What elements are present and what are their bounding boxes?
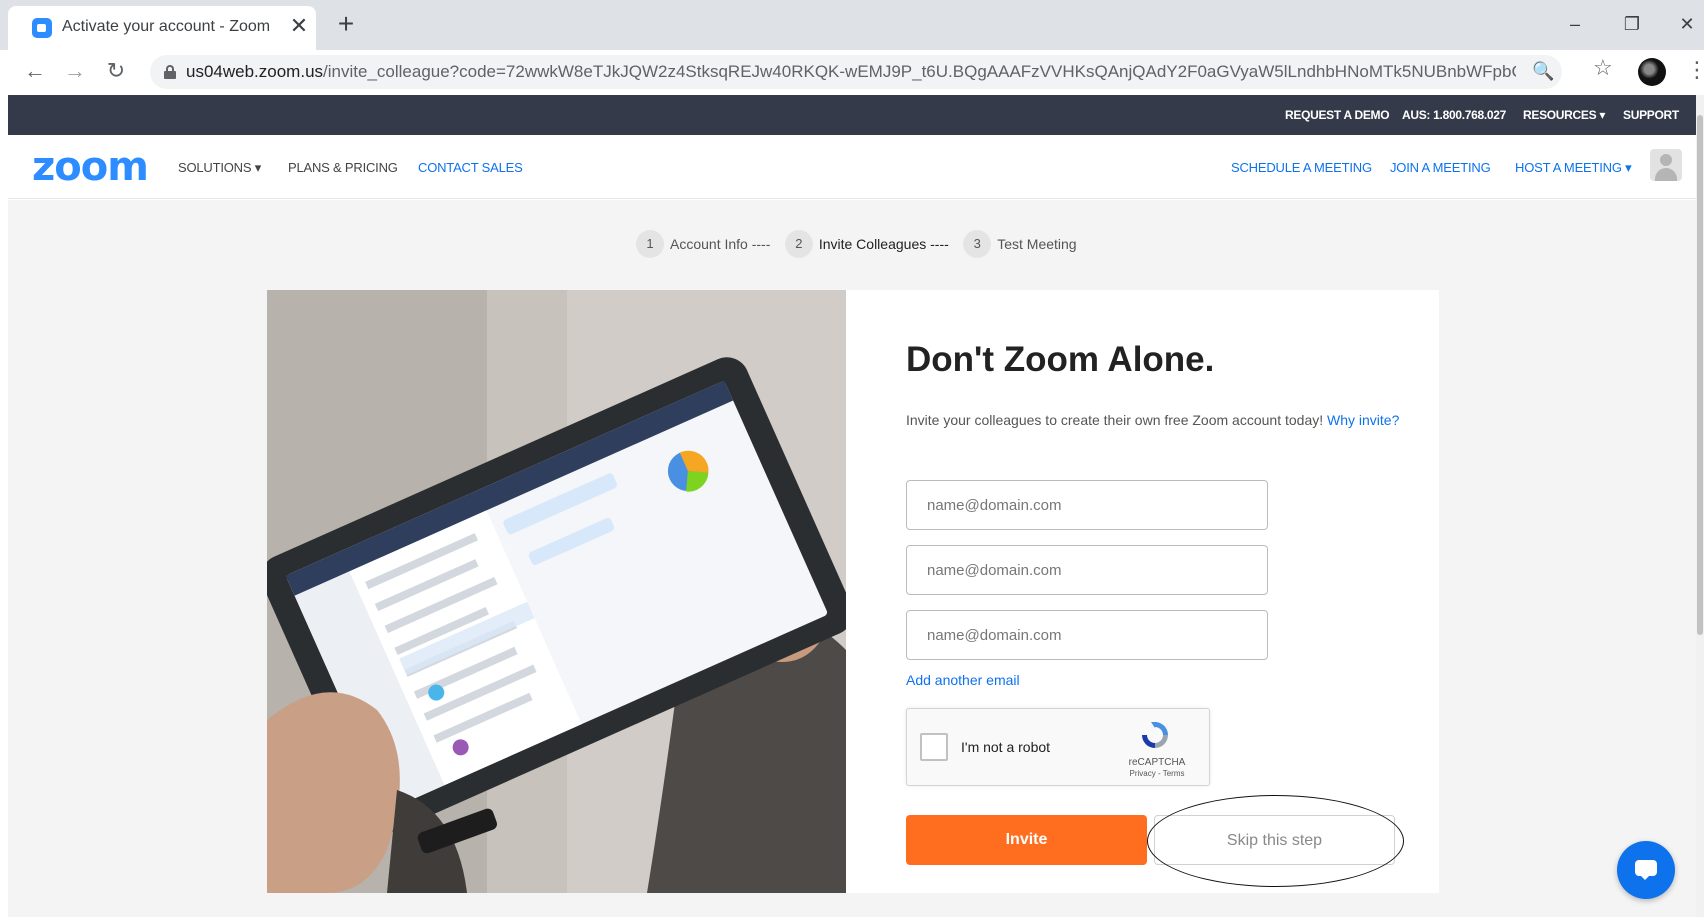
form-subtitle-text: Invite your colleagues to create their o… (906, 412, 1324, 428)
step-test-meeting: 3 Test Meeting (963, 230, 1077, 258)
profile-avatar-icon[interactable] (1638, 58, 1666, 86)
join-meeting-link[interactable]: JOIN A MEETING (1390, 160, 1491, 175)
address-bar[interactable]: us04web.zoom.us/invite_colleague?code=72… (150, 55, 1562, 89)
page-zoom-icon[interactable]: 🔍 (1532, 61, 1554, 82)
phone-number-link[interactable]: AUS: 1.800.768.027 (1402, 108, 1506, 122)
reload-icon[interactable]: ↻ (101, 56, 131, 86)
browser-tab[interactable]: Activate your account - Zoom ✕ (8, 6, 316, 50)
form-subtitle: Invite your colleagues to create their o… (906, 412, 1399, 428)
host-meeting-menu[interactable]: HOST A MEETING ▾ (1515, 160, 1632, 176)
zoom-main-nav: zoom SOLUTIONS ▾ PLANS & PRICING CONTACT… (8, 135, 1696, 199)
recaptcha-brand: reCAPTCHA (1128, 757, 1186, 768)
step-number: 1 (636, 230, 664, 258)
tablet-photo (267, 290, 846, 893)
step-label: Test Meeting (997, 236, 1077, 252)
lock-icon[interactable] (164, 65, 176, 79)
back-icon[interactable]: ← (20, 56, 50, 86)
step-invite-colleagues: 2 Invite Colleagues ---- (784, 230, 949, 258)
scrollbar-thumb[interactable] (1697, 115, 1703, 635)
recaptcha-checkbox[interactable] (920, 733, 948, 761)
minimize-icon[interactable]: – (1560, 10, 1590, 40)
step-account-info: 1 Account Info ---- (636, 230, 770, 258)
solutions-menu[interactable]: SOLUTIONS ▾ (178, 160, 261, 176)
step-label: Invite Colleagues ---- (818, 236, 949, 252)
tab-strip: Activate your account - Zoom ✕ + – ❐ ✕ (0, 0, 1704, 50)
step-number: 3 (963, 230, 992, 258)
step-label: Account Info ---- (670, 236, 771, 252)
recaptcha-widget: I'm not a robot reCAPTCHA Privacy - Term… (906, 708, 1210, 786)
url-host: us04web.zoom.us (186, 62, 324, 81)
window-close-icon[interactable]: ✕ (1672, 10, 1702, 40)
page-scrollbar[interactable] (1696, 95, 1704, 917)
plans-pricing-link[interactable]: PLANS & PRICING (288, 160, 398, 175)
recaptcha-logo-icon (1142, 722, 1168, 748)
recaptcha-label: I'm not a robot (961, 739, 1051, 755)
contact-sales-link[interactable]: CONTACT SALES (418, 160, 523, 175)
bookmark-star-icon[interactable]: ☆ (1593, 55, 1613, 81)
page-content: 1 Account Info ---- 2 Invite Colleagues --… (8, 200, 1696, 917)
browser-toolbar: ← → ↻ us04web.zoom.us/invite_colleague?c… (0, 50, 1704, 95)
add-another-email-link[interactable]: Add another email (906, 672, 1020, 688)
browser-chrome: Activate your account - Zoom ✕ + – ❐ ✕ ←… (0, 0, 1704, 95)
schedule-meeting-link[interactable]: SCHEDULE A MEETING (1231, 160, 1372, 175)
email-field-3[interactable] (906, 610, 1268, 660)
new-tab-icon[interactable]: + (333, 10, 359, 38)
why-invite-link[interactable]: Why invite? (1327, 412, 1399, 428)
user-avatar[interactable] (1650, 149, 1682, 181)
restore-icon[interactable]: ❐ (1617, 10, 1647, 40)
recaptcha-privacy-terms[interactable]: Privacy - Terms (1122, 769, 1192, 778)
zoom-favicon-icon (32, 18, 52, 38)
tablet-illustration (267, 290, 846, 893)
tab-close-icon[interactable]: ✕ (288, 15, 310, 38)
email-field-1[interactable] (906, 480, 1268, 530)
invite-form: Don't Zoom Alone. Invite your colleagues… (846, 290, 1439, 893)
url-text[interactable]: us04web.zoom.us/invite_colleague?code=72… (186, 62, 1516, 82)
tab-title: Activate your account - Zoom (62, 18, 271, 35)
request-demo-link[interactable]: REQUEST A DEMO (1285, 108, 1390, 122)
chat-bubble-icon[interactable] (1617, 841, 1675, 899)
url-path: /invite_colleague?code=72wwkW8eTJkJQW2z4… (323, 62, 1516, 81)
zoom-logo[interactable]: zoom (32, 144, 149, 190)
form-title: Don't Zoom Alone. (906, 340, 1215, 379)
forward-icon[interactable]: → (60, 56, 90, 86)
step-number: 2 (784, 230, 813, 258)
support-link[interactable]: SUPPORT (1623, 108, 1679, 122)
browser-menu-icon[interactable]: ⋮ (1686, 58, 1704, 82)
email-field-2[interactable] (906, 545, 1268, 595)
resources-menu[interactable]: RESOURCES ▾ (1523, 108, 1605, 122)
signup-steps: 1 Account Info ---- 2 Invite Colleagues --… (636, 230, 1087, 260)
invite-button[interactable]: Invite (906, 815, 1147, 865)
skip-step-button[interactable]: Skip this step (1154, 815, 1395, 865)
zoom-top-bar: REQUEST A DEMO AUS: 1.800.768.027 RESOUR… (8, 95, 1696, 135)
